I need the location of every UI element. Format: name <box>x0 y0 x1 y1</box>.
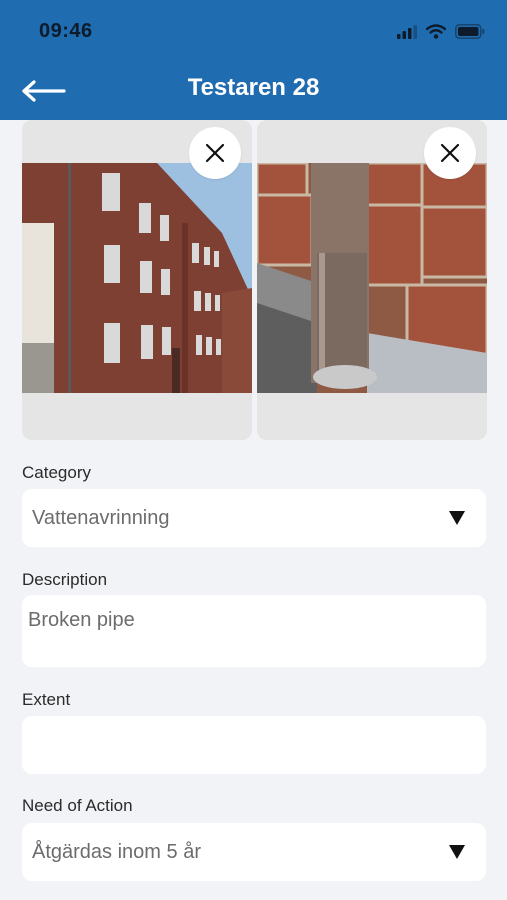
wifi-icon <box>426 24 446 39</box>
description-value: Broken pipe <box>28 609 135 631</box>
close-icon <box>440 143 460 163</box>
need-of-action-label: Need of Action <box>22 796 133 815</box>
extent-label: Extent <box>22 690 71 709</box>
need-of-action-value: Åtgärdas inom 5 år <box>32 841 201 863</box>
status-time: 09:46 <box>39 20 93 42</box>
description-field[interactable]: Broken pipe <box>22 595 486 667</box>
signal-icon <box>397 24 417 39</box>
battery-icon <box>455 24 485 39</box>
remove-photo-2-button[interactable] <box>424 127 476 179</box>
app-header: 09:46 Testaren 28 <box>0 0 507 120</box>
drainpipe-brick-photo <box>257 163 487 393</box>
close-icon <box>205 143 225 163</box>
category-value: Vattenavrinning <box>32 507 170 529</box>
triangle-down-icon <box>449 511 465 525</box>
building-facade-photo <box>22 163 252 393</box>
status-icons <box>397 24 485 39</box>
description-label: Description <box>22 570 108 589</box>
extent-field[interactable] <box>22 716 486 774</box>
category-label: Category <box>22 463 91 482</box>
page-title: Testaren 28 <box>187 74 320 101</box>
need-of-action-select[interactable]: Åtgärdas inom 5 år <box>22 823 486 881</box>
category-select[interactable]: Vattenavrinning <box>22 489 486 547</box>
remove-photo-1-button[interactable] <box>189 127 241 179</box>
triangle-down-icon <box>449 845 465 859</box>
